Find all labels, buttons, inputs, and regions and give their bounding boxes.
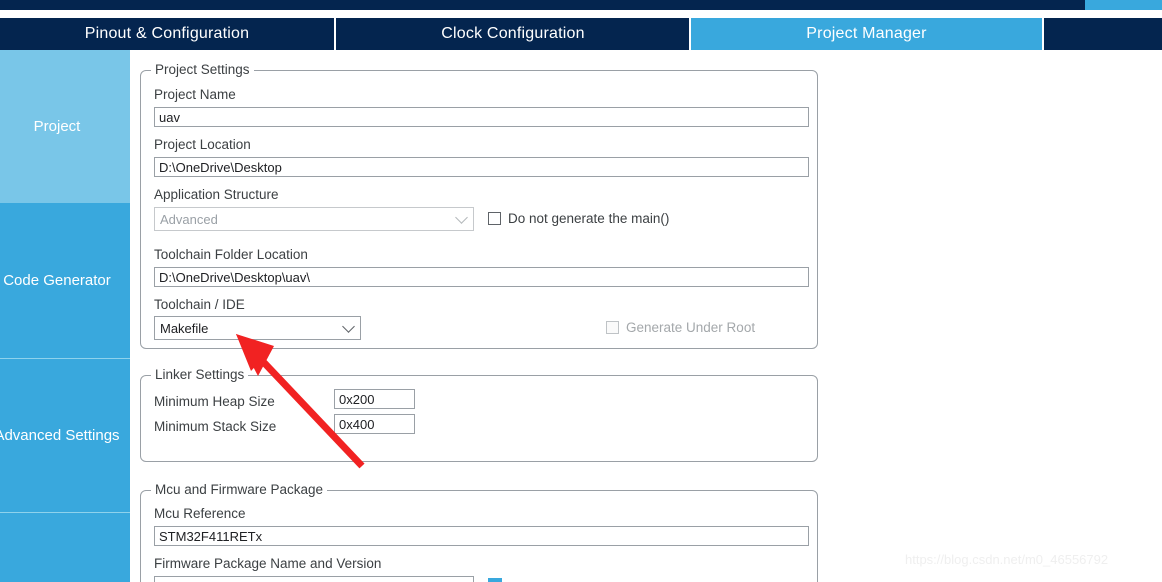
window-top-strip [0, 0, 1162, 10]
tab-pinout-configuration[interactable]: Pinout & Configuration [0, 18, 334, 50]
checkbox-do-not-generate-main-label: Do not generate the main() [508, 211, 670, 226]
tab-clock-configuration-label: Clock Configuration [441, 25, 585, 42]
sidebar-item-extra[interactable] [0, 513, 130, 582]
input-minimum-stack-size[interactable] [334, 414, 415, 434]
input-minimum-heap-size[interactable] [334, 389, 415, 409]
tab-separator-2 [689, 18, 691, 50]
sidebar-item-code-generator-label: Code Generator [3, 272, 111, 289]
sidebar-item-project[interactable]: Project [0, 50, 130, 203]
dropdown-application-structure-value: Advanced [160, 211, 218, 227]
label-project-location: Project Location [154, 137, 251, 152]
sidebar-item-advanced-settings[interactable]: Advanced Settings [0, 359, 130, 512]
label-minimum-heap-size: Minimum Heap Size [154, 394, 275, 409]
label-toolchain-folder-location: Toolchain Folder Location [154, 247, 308, 262]
dropdown-toolchain-ide[interactable]: Makefile [154, 316, 361, 340]
label-application-structure: Application Structure [154, 187, 279, 202]
input-project-location[interactable] [154, 157, 809, 177]
input-firmware-package-name-version[interactable] [154, 576, 474, 582]
watermark-text: https://blog.csdn.net/m0_46556792 [905, 552, 1109, 567]
input-mcu-reference[interactable] [154, 526, 809, 546]
tab-project-manager[interactable]: Project Manager [691, 18, 1042, 50]
stm32cubemx-window: Pinout & Configuration Clock Configurati… [0, 0, 1162, 582]
chevron-down-icon [455, 211, 468, 224]
project-manager-panel: Project Settings Project Name Project Lo… [135, 50, 1162, 582]
sidebar-item-code-generator[interactable]: Code Generator [0, 203, 130, 358]
window-top-strip-accent [1085, 0, 1162, 10]
label-firmware-package-name-version: Firmware Package Name and Version [154, 556, 382, 571]
group-mcu-firmware-package-title: Mcu and Firmware Package [151, 482, 328, 497]
tab-pinout-configuration-label: Pinout & Configuration [84, 25, 250, 42]
checkbox-do-not-generate-main[interactable]: Do not generate the main() [488, 211, 669, 226]
tab-project-manager-label: Project Manager [806, 25, 927, 42]
checkbox-do-not-generate-main-box [488, 212, 501, 225]
main-tab-bar: Pinout & Configuration Clock Configurati… [0, 18, 1162, 50]
input-project-name[interactable] [154, 107, 809, 127]
tab-separator-1 [334, 18, 336, 50]
firmware-package-refresh-indicator[interactable] [488, 578, 502, 582]
chevron-down-icon [342, 320, 355, 333]
left-sidebar: Project Code Generator Advanced Settings [0, 50, 130, 582]
sidebar-item-project-label: Project [33, 118, 81, 135]
checkbox-generate-under-root-box [606, 321, 619, 334]
checkbox-generate-under-root-label: Generate Under Root [626, 320, 756, 335]
group-linker-settings-title: Linker Settings [151, 367, 249, 382]
label-toolchain-ide: Toolchain / IDE [154, 297, 245, 312]
group-project-settings-title: Project Settings [151, 62, 254, 77]
tab-tools[interactable] [1044, 18, 1162, 50]
checkbox-generate-under-root[interactable]: Generate Under Root [606, 320, 755, 335]
sidebar-item-advanced-settings-label: Advanced Settings [0, 427, 120, 444]
group-linker-settings: Linker Settings Minimum Heap Size Minimu… [140, 367, 818, 462]
window-top-gap [0, 10, 1162, 18]
dropdown-application-structure[interactable]: Advanced [154, 207, 474, 231]
label-mcu-reference: Mcu Reference [154, 506, 246, 521]
group-project-settings: Project Settings Project Name Project Lo… [140, 62, 818, 349]
dropdown-toolchain-ide-value: Makefile [160, 320, 209, 336]
label-project-name: Project Name [154, 87, 236, 102]
input-toolchain-folder-location[interactable] [154, 267, 809, 287]
tab-separator-3 [1042, 18, 1044, 50]
label-minimum-stack-size: Minimum Stack Size [154, 419, 277, 434]
group-mcu-firmware-package: Mcu and Firmware Package Mcu Reference F… [140, 482, 818, 582]
tab-clock-configuration[interactable]: Clock Configuration [337, 18, 689, 50]
